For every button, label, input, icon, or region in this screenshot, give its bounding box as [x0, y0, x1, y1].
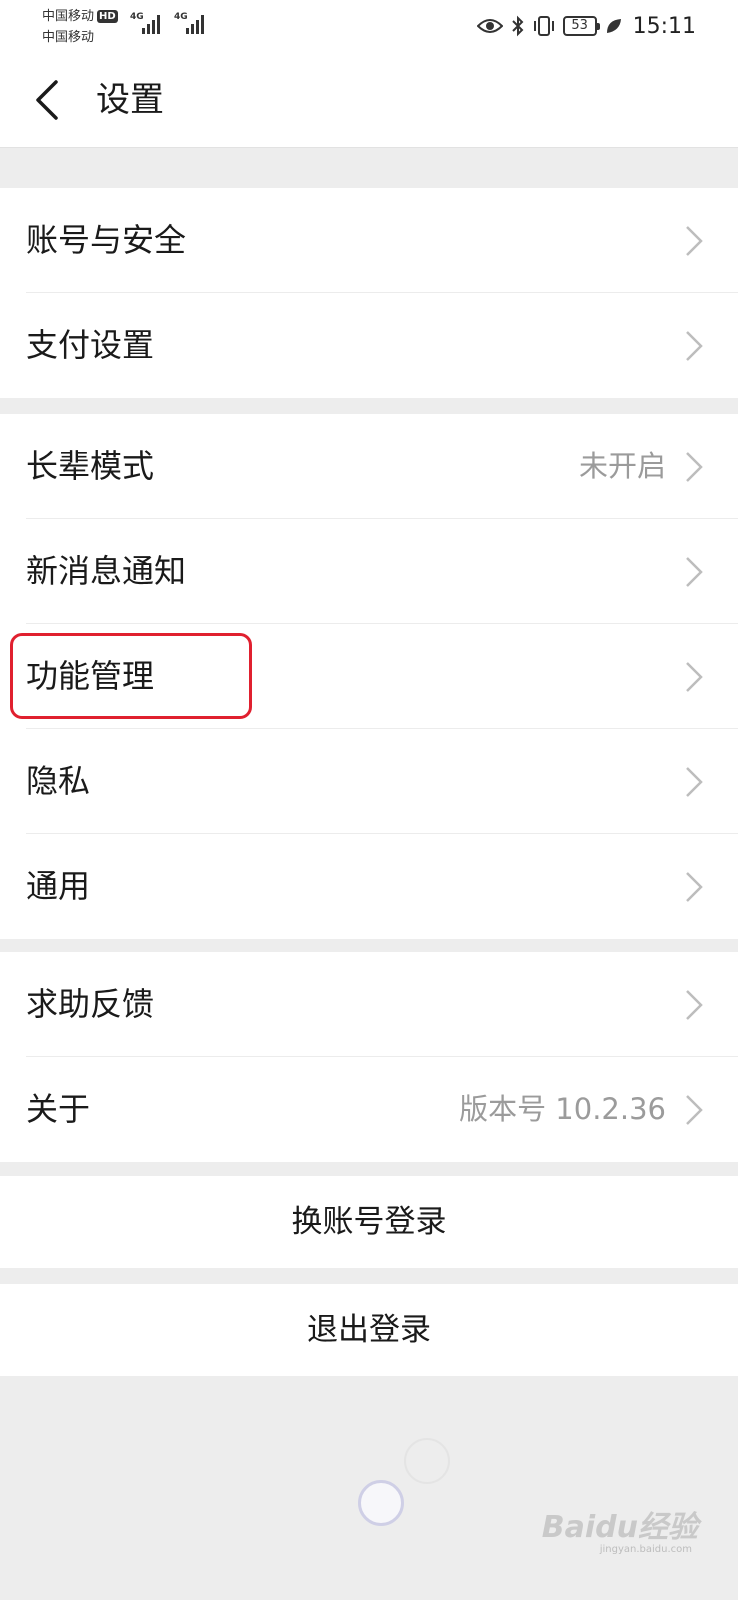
row-label: 新消息通知 — [26, 552, 187, 590]
settings-row-help-feedback[interactable]: 求助反馈 — [0, 952, 738, 1057]
eye-icon — [476, 19, 503, 33]
row-label: 支付设置 — [26, 326, 155, 364]
hd-badge: HD — [97, 10, 118, 23]
highlight-annotation — [10, 633, 252, 719]
settings-row-general[interactable]: 通用 — [0, 834, 738, 939]
decorative-ring — [404, 1438, 450, 1484]
back-button[interactable] — [28, 78, 68, 122]
bluetooth-icon — [511, 15, 524, 37]
page-title: 设置 — [96, 80, 164, 120]
chevron-right-icon — [686, 872, 703, 902]
clock: 15:11 — [632, 13, 696, 39]
row-label: 通用 — [26, 867, 91, 905]
chevron-right-icon — [686, 990, 703, 1020]
signal-indicators: 4G 4G — [130, 12, 210, 36]
decorative-ring — [358, 1480, 404, 1526]
settings-row-privacy[interactable]: 隐私 — [0, 729, 738, 834]
settings-row-notifications[interactable]: 新消息通知 — [0, 519, 738, 624]
chevron-right-icon — [686, 557, 703, 587]
status-right: 53 15:11 — [476, 12, 696, 40]
carrier-2-label: 中国移动 — [42, 30, 95, 45]
logout-button[interactable]: 退出登录 — [0, 1284, 738, 1376]
nav-bar: 设置 — [0, 52, 738, 148]
settings-group-account: 账号与安全 支付设置 — [0, 188, 738, 398]
settings-row-elder-mode[interactable]: 长辈模式 未开启 — [0, 414, 738, 519]
settings-row-payment[interactable]: 支付设置 — [0, 293, 738, 398]
watermark-url: jingyan.baidu.com — [599, 1544, 692, 1555]
row-value: 未开启 — [578, 449, 666, 483]
chevron-right-icon — [686, 1095, 703, 1125]
settings-page: 中国移动 HD 中国移动 4G 4G 53 15:11 设置 账号与安全 支付设… — [0, 0, 738, 1600]
settings-row-about[interactable]: 关于 版本号 10.2.36 — [0, 1057, 738, 1162]
signal-1: 4G — [130, 12, 166, 36]
row-label: 账号与安全 — [26, 221, 187, 259]
version-value: 版本号 10.2.36 — [459, 1092, 666, 1126]
battery-indicator: 53 — [562, 16, 600, 36]
leaf-icon — [606, 19, 621, 33]
row-label: 长辈模式 — [26, 447, 155, 485]
signal-2: 4G — [174, 12, 210, 36]
chevron-right-icon — [686, 331, 703, 361]
settings-group-help: 求助反馈 关于 版本号 10.2.36 — [0, 952, 738, 1162]
carrier-1-label: 中国移动 — [42, 9, 95, 24]
row-label: 隐私 — [26, 762, 91, 800]
signal-bars-icon — [142, 15, 160, 34]
chevron-right-icon — [686, 662, 703, 692]
switch-account-button[interactable]: 换账号登录 — [0, 1176, 738, 1268]
carrier-info: 中国移动 HD 中国移动 — [42, 6, 118, 48]
chevron-right-icon — [686, 452, 703, 482]
chevron-right-icon — [686, 767, 703, 797]
row-label: 关于 — [26, 1090, 91, 1128]
row-label: 求助反馈 — [26, 985, 155, 1023]
settings-row-account-security[interactable]: 账号与安全 — [0, 188, 738, 293]
vibrate-icon — [533, 16, 554, 36]
chevron-right-icon — [686, 226, 703, 256]
signal-bars-icon — [186, 15, 204, 34]
status-bar: 中国移动 HD 中国移动 4G 4G 53 15:11 — [0, 0, 738, 52]
baidu-watermark: Baidu经验 — [541, 1510, 698, 1545]
